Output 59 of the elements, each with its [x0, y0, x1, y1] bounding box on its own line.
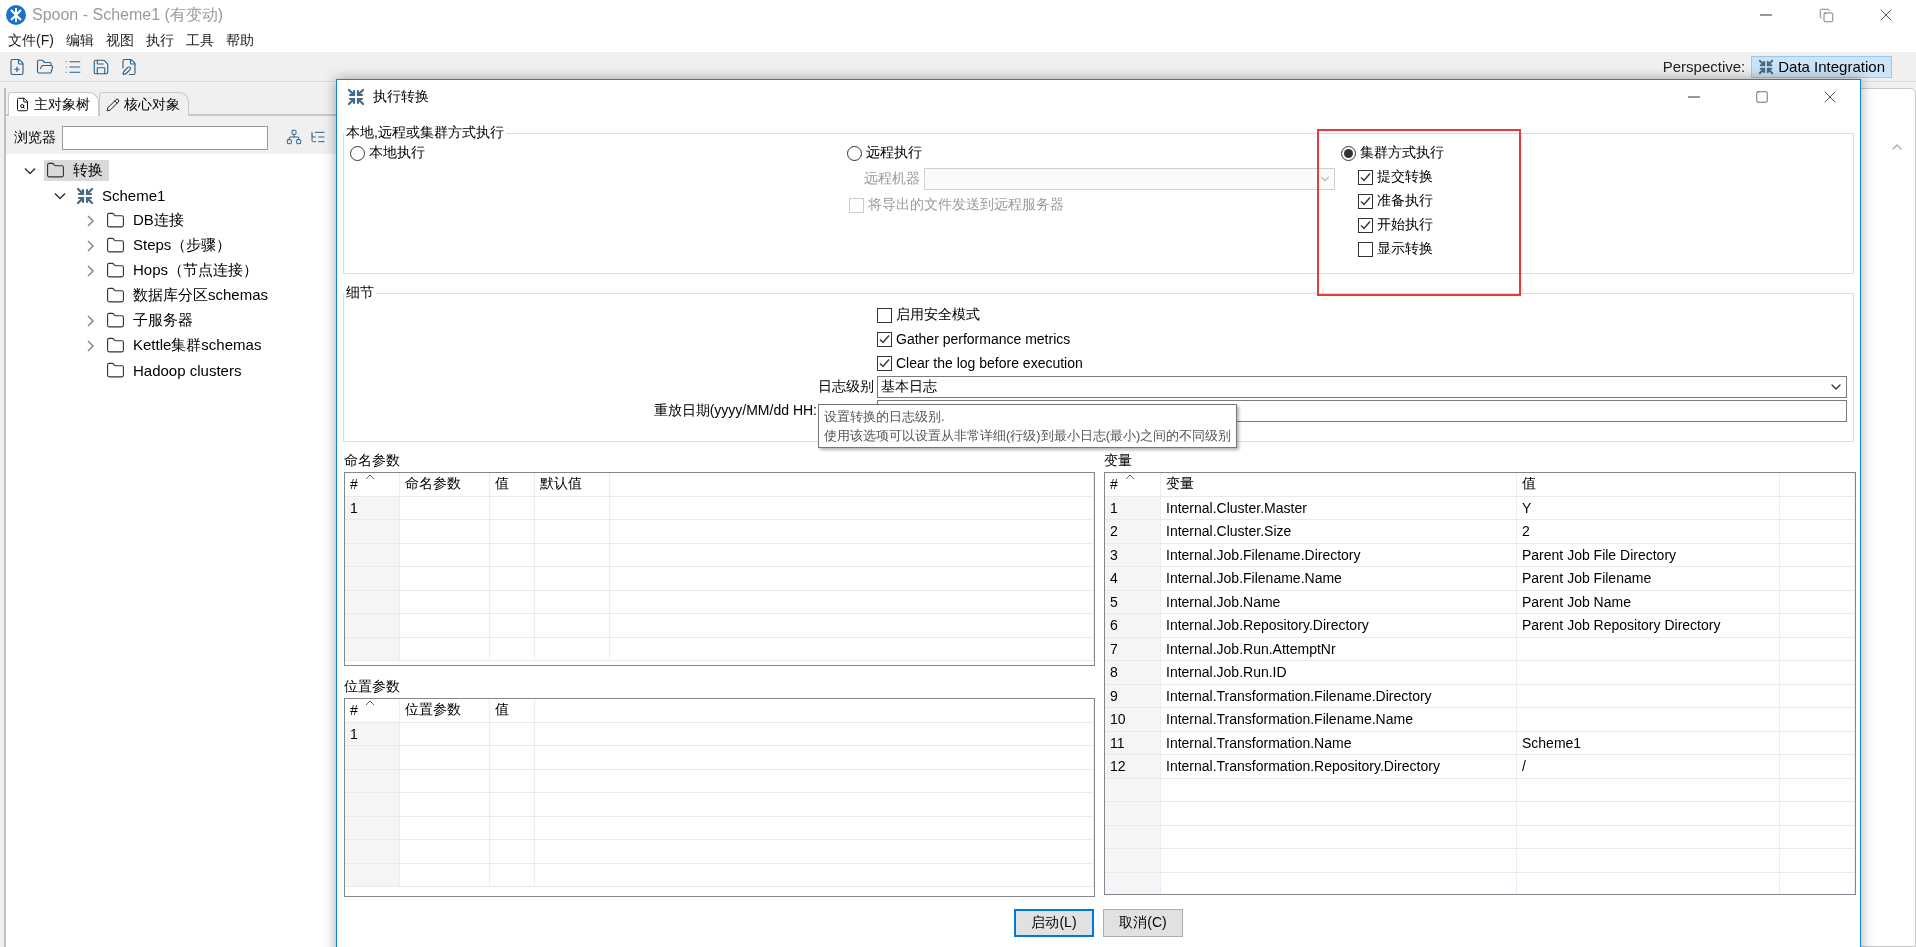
row-number-cell: 8 [1105, 661, 1161, 684]
row-number-cell: 2 [1105, 520, 1161, 543]
row-number-cell: 3 [1105, 543, 1161, 566]
row-number-cell: 7 [1105, 637, 1161, 660]
radio-label: 本地执行 [369, 144, 425, 162]
section-title: 命名参数 [344, 451, 400, 470]
row-number-cell: 5 [1105, 590, 1161, 613]
menu-item[interactable]: 帮助 [219, 32, 260, 50]
window-title: Spoon - Scheme1 (有变动) [32, 4, 225, 25]
group-title: 细节 [345, 284, 375, 302]
tree-item[interactable]: DB连接 [104, 210, 190, 231]
tree-item[interactable]: Hops（节点连接） [104, 260, 265, 281]
menu-item[interactable]: 工具 [179, 32, 220, 50]
menu-item[interactable]: 编辑 [59, 32, 100, 50]
tree-item[interactable]: Scheme1 [74, 185, 172, 206]
field-label: 日志级别 [818, 378, 874, 396]
tree-item[interactable]: Steps（步骤） [104, 235, 238, 256]
checkbox-label: 开始执行 [1377, 216, 1433, 234]
perspective-label: Perspective: [1662, 58, 1746, 75]
checkbox-label: 将导出的文件发送到远程服务器 [868, 196, 1064, 214]
group-title: 本地,远程或集群方式执行 [345, 124, 505, 142]
row-number-cell: 1 [345, 496, 400, 519]
tree-item[interactable]: 子服务器 [104, 310, 199, 331]
menu-item[interactable]: 视图 [99, 32, 140, 50]
row-number-cell: 1 [345, 722, 400, 745]
search-label: 浏览器 [14, 129, 56, 147]
selected-tree-item[interactable]: 转换 [44, 160, 109, 181]
row-number-cell: 12 [1105, 755, 1161, 778]
tree-item[interactable]: Kettle集群schemas [104, 335, 268, 356]
row-number-cell: 11 [1105, 731, 1161, 754]
dialog-title: 执行转换 [373, 88, 430, 106]
tree-item[interactable]: 数据库分区schemas [104, 285, 275, 306]
tooltip: 设置转换的日志级别. 使用该选项可以设置从非常详细(行级)到最小日志(最小)之间的不同级别 [818, 404, 1238, 448]
checkbox-label: Gather performance metrics [896, 331, 1071, 347]
row-number-cell: 4 [1105, 567, 1161, 590]
checkbox-label: 显示转换 [1377, 240, 1433, 258]
checkbox-label: 提交转换 [1377, 168, 1433, 186]
row-number-cell: 6 [1105, 614, 1161, 637]
row-number-cell: 1 [1105, 496, 1161, 519]
checkbox-label: 准备执行 [1377, 192, 1433, 210]
field-label: 重放日期(yyyy/MM/dd HH: [653, 402, 817, 420]
radio-label: 远程执行 [866, 144, 922, 162]
log-level-dropdown[interactable]: 基本日志 [877, 376, 1847, 398]
section-title: 变量 [1104, 451, 1132, 470]
checkbox-label: Clear the log before execution [896, 355, 1083, 371]
panel-tab[interactable]: 核心对象 [99, 92, 189, 116]
perspective-button[interactable]: Data Integration [1751, 55, 1892, 78]
field-label: 远程机器 [864, 170, 920, 188]
menu-item[interactable]: 文件(F) [2, 32, 60, 50]
section-title: 位置参数 [344, 677, 400, 696]
tree-item[interactable]: Hadoop clusters [104, 360, 248, 381]
dialog-button[interactable]: 启动(L) [1014, 909, 1094, 937]
panel-tab[interactable]: 主对象树 [8, 92, 99, 116]
checkbox-label: 启用安全模式 [896, 306, 980, 324]
row-number-cell: 10 [1105, 708, 1161, 731]
menu-item[interactable]: 执行 [139, 32, 180, 50]
row-number-cell: 9 [1105, 684, 1161, 707]
dialog-button[interactable]: 取消(C) [1103, 909, 1183, 937]
radio-label: 集群方式执行 [1360, 144, 1444, 162]
